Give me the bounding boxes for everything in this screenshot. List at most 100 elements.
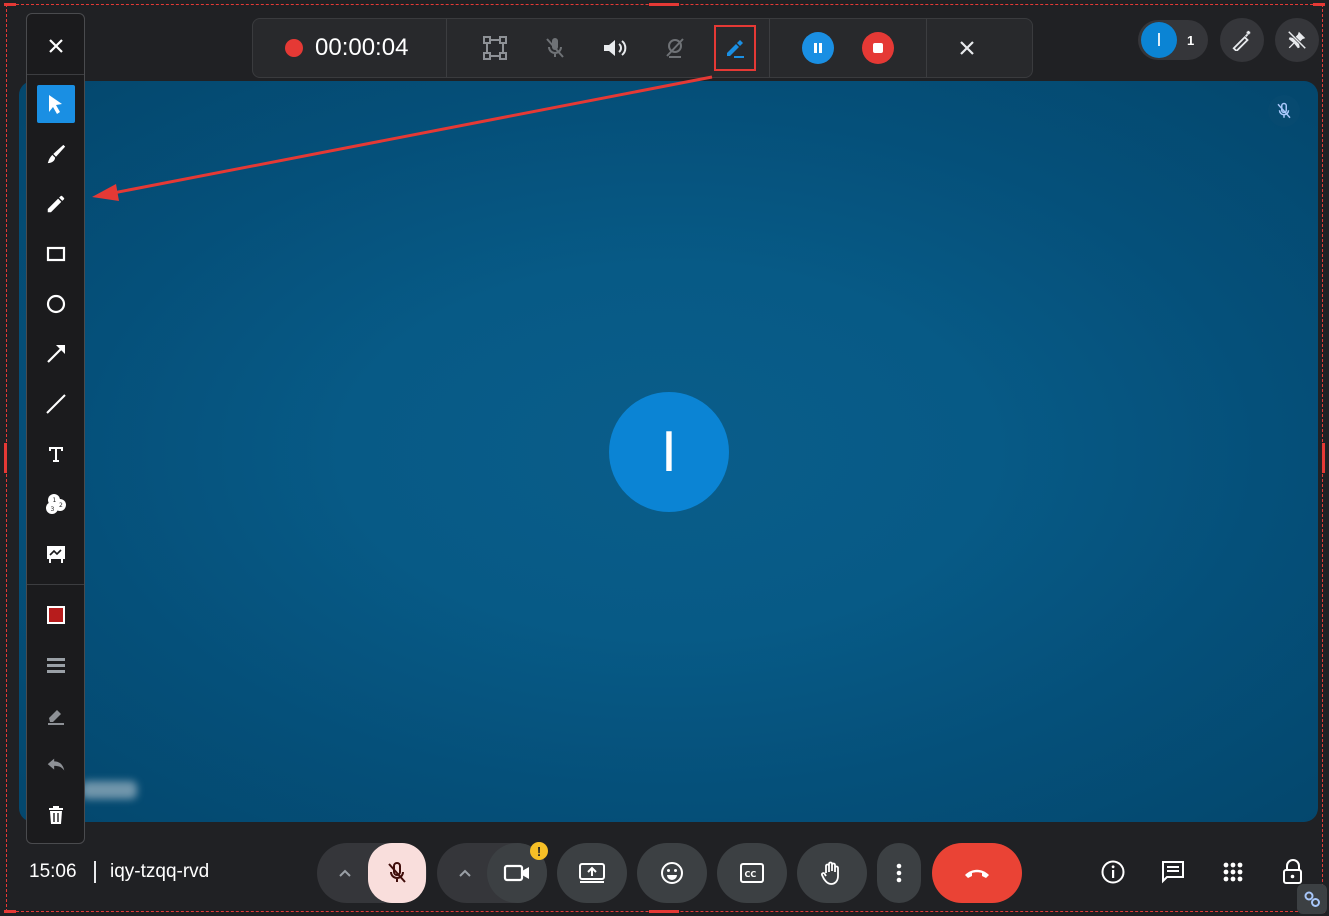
speaker-icon [604,40,627,56]
recording-dot-icon [285,39,303,57]
participants-pill[interactable]: I 1 [1138,20,1208,60]
frame-corner-tr[interactable] [1313,3,1325,6]
svg-text:2: 2 [59,502,63,509]
frame-handle-top[interactable] [649,3,679,6]
frame-handle-bottom[interactable] [649,910,679,913]
color-swatch-icon [47,606,65,624]
whiteboard-icon [47,546,65,563]
arrow-tool[interactable] [37,335,75,373]
gears-icon [1304,891,1320,907]
more-options-button[interactable] [877,843,921,903]
frame-handle-right[interactable] [1322,443,1325,473]
undo-button[interactable] [37,746,75,784]
pencil-icon [47,195,65,213]
delete-icon [49,806,63,824]
numbered-stamp-icon: 123 [46,494,66,514]
svg-text:1: 1 [53,497,57,504]
frame-handle-left[interactable] [4,443,7,473]
present-screen-icon [579,863,605,883]
line-width-button[interactable] [37,646,75,684]
chat-button[interactable] [1153,852,1193,892]
chat-icon [1162,861,1184,884]
chevron-up-icon [458,869,471,877]
info-icon [1101,860,1125,884]
annotate-selection-box [714,25,757,71]
unpin-button[interactable] [1275,18,1319,62]
participant-avatar: I [609,392,729,512]
mic-button[interactable] [368,843,426,903]
hang-up-icon [965,869,989,878]
stop-recording-button[interactable] [848,18,908,78]
rectangle-icon [46,246,66,262]
line-width-icon [47,658,65,673]
recording-timer: 00:00:04 [315,34,409,61]
line-icon [46,394,66,414]
more-vert-icon [896,863,902,883]
numbered-stamp-tool[interactable]: 123 [37,485,75,523]
text-tool[interactable] [37,435,75,473]
circle-icon [46,294,66,314]
toolbar-separator [27,74,84,75]
video-stage: I [19,81,1318,822]
brush-tool[interactable] [37,135,75,173]
leave-call-button[interactable] [932,843,1022,903]
close-recording-toolbar-button[interactable] [937,18,997,78]
present-screen-button[interactable] [557,843,627,903]
participant-mini-avatar: I [1141,22,1177,58]
video-options-button[interactable] [437,843,492,903]
camera-icon [503,864,529,882]
frame-corner-tl[interactable] [4,3,16,6]
apps-grid-icon [1223,862,1243,882]
reactions-button[interactable] [637,843,707,903]
color-picker-button[interactable] [37,596,75,634]
pencil-tool[interactable] [37,185,75,223]
annotate-pen-icon [727,40,745,58]
stop-icon [862,32,895,64]
activities-button[interactable] [1213,852,1253,892]
close-icon [960,41,975,55]
annotation-toolbar: 123 [26,13,85,844]
raise-hand-icon [821,861,839,885]
crop-area-icon [483,36,508,60]
meeting-code: iqy-tzqq-rvd [110,861,210,882]
chevron-up-icon [338,869,351,877]
mic-off-icon [546,38,565,58]
delete-all-button[interactable] [37,796,75,834]
recording-status: 00:00:04 [253,19,448,77]
captions-icon: CC [740,863,764,883]
participant-mini-letter: I [1156,29,1162,50]
meeting-clock: 15:06 [29,861,77,882]
select-icon [49,95,62,114]
toolbar-separator [27,584,84,585]
webcam-toggle-button[interactable] [645,18,705,78]
select-tool[interactable] [37,85,75,123]
svg-text:CC: CC [745,870,757,879]
blurred-participant-name [81,781,137,799]
magic-pen-icon [1232,30,1251,51]
line-tool[interactable] [37,385,75,423]
emoji-icon [661,862,683,884]
system-audio-button[interactable] [585,18,645,78]
pause-recording-button[interactable] [788,18,848,78]
raise-hand-button[interactable] [797,843,867,903]
eraser-tool[interactable] [37,696,75,734]
rectangle-tool[interactable] [37,235,75,273]
svg-text:3: 3 [51,506,55,513]
pin-off-icon [1287,30,1307,50]
effects-button[interactable] [1220,18,1264,62]
arrow-icon [47,345,65,363]
whiteboard-tool[interactable] [37,535,75,573]
pause-icon [802,32,835,64]
frame-corner-bl[interactable] [4,910,16,913]
captions-button[interactable]: CC [717,843,787,903]
close-annotation-button[interactable] [37,27,75,65]
annotate-button[interactable] [705,18,765,78]
close-icon [49,39,63,53]
audio-options-button[interactable] [317,843,372,903]
meeting-details-button[interactable] [1093,852,1133,892]
circle-tool[interactable] [37,285,75,323]
overlay-settings-button[interactable] [1297,884,1327,914]
participant-muted-icon [1268,95,1300,127]
mic-toggle-button[interactable] [525,18,585,78]
select-area-button[interactable] [465,18,525,78]
